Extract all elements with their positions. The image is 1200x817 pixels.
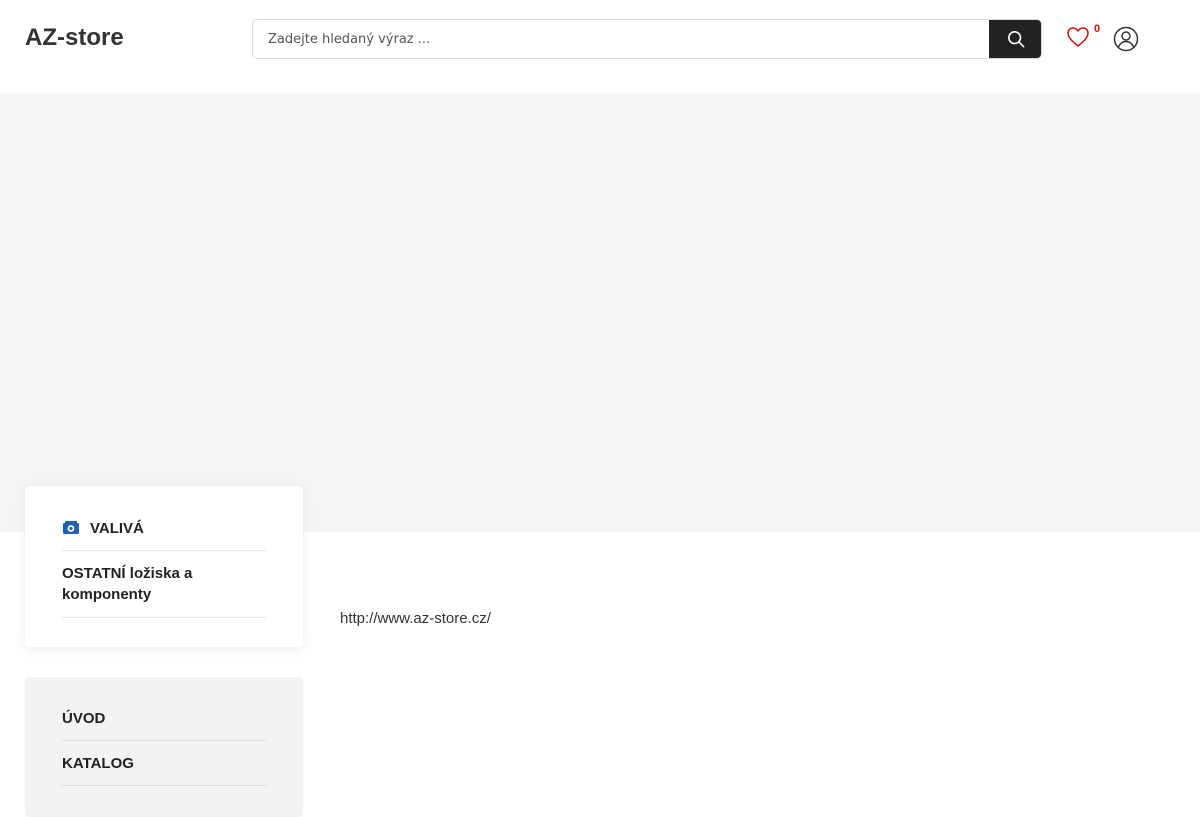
wishlist-count-badge: 0	[1094, 23, 1101, 35]
category-item-ostatni[interactable]: OSTATNÍ ložiska a komponenty	[62, 551, 266, 618]
account-button[interactable]	[1113, 26, 1139, 52]
site-logo[interactable]: AZ-store	[25, 24, 124, 52]
nav-item-uvod[interactable]: ÚVOD	[62, 696, 266, 741]
category-title: VALIVÁ	[90, 519, 144, 537]
site-header: AZ-store 0	[0, 0, 1200, 93]
search-button[interactable]	[989, 20, 1041, 58]
wishlist-button[interactable]: 0	[1066, 23, 1106, 54]
nav-item-katalog[interactable]: KATALOG	[62, 741, 266, 786]
search-icon	[1007, 30, 1024, 48]
user-icon	[1113, 26, 1139, 52]
page-url-text: http://www.az-store.cz/	[340, 610, 491, 627]
hero-banner-area	[0, 93, 1200, 532]
category-header[interactable]: VALIVÁ	[62, 486, 266, 551]
nav-card: ÚVOD KATALOG	[25, 677, 303, 817]
heart-icon	[1067, 27, 1089, 47]
search-bar	[252, 19, 1042, 59]
bearing-icon	[63, 521, 79, 534]
search-input[interactable]	[253, 20, 989, 58]
category-card: VALIVÁ OSTATNÍ ložiska a komponenty	[25, 486, 303, 647]
